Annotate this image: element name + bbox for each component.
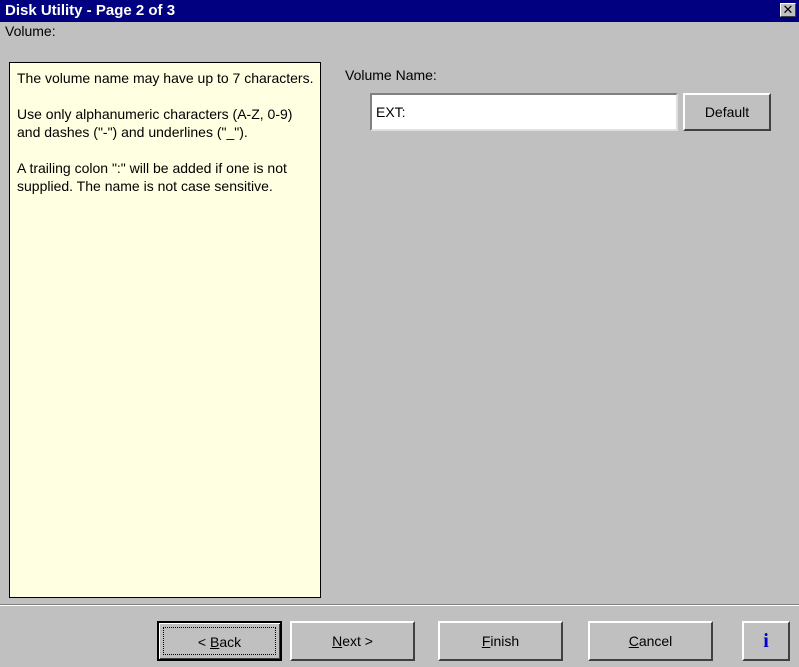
cancel-label-rest: ancel [638,633,673,649]
default-button[interactable]: Default [683,93,771,131]
footer-divider [0,604,799,606]
back-label-rest: ack [219,634,242,650]
cancel-mnemonic: C [628,633,639,649]
section-label: Volume: [5,23,56,39]
next-button[interactable]: Next > [290,621,415,661]
close-button[interactable]: ✕ [780,3,796,17]
help-paragraph-length: The volume name may have up to 7 charact… [17,70,314,86]
focus-ring: < Back [163,627,276,655]
window-title: Disk Utility - Page 2 of 3 [5,2,176,19]
disk-utility-dialog: Disk Utility - Page 2 of 3 ✕ Volume: The… [0,0,799,667]
help-paragraph-colon: A trailing colon ":" will be added if on… [17,160,287,194]
info-icon: i [763,630,769,652]
close-icon: ✕ [782,2,794,17]
back-mnemonic: B [209,634,220,650]
finish-button[interactable]: Finish [438,621,563,661]
cancel-button[interactable]: Cancel [588,621,713,661]
volume-name-label: Volume Name: [345,67,437,83]
volume-name-input[interactable] [370,93,678,131]
info-button[interactable]: i [742,621,790,661]
next-mnemonic: N [332,633,343,649]
finish-label-rest: inish [490,633,520,649]
back-button[interactable]: < Back [157,621,282,661]
next-label-rest: ext > [342,633,373,649]
title-bar[interactable]: Disk Utility - Page 2 of 3 ✕ [0,0,799,22]
help-panel: The volume name may have up to 7 charact… [9,62,321,598]
back-prefix: < [197,634,210,650]
help-paragraph-characters: Use only alphanumeric characters (A-Z, 0… [17,106,293,140]
